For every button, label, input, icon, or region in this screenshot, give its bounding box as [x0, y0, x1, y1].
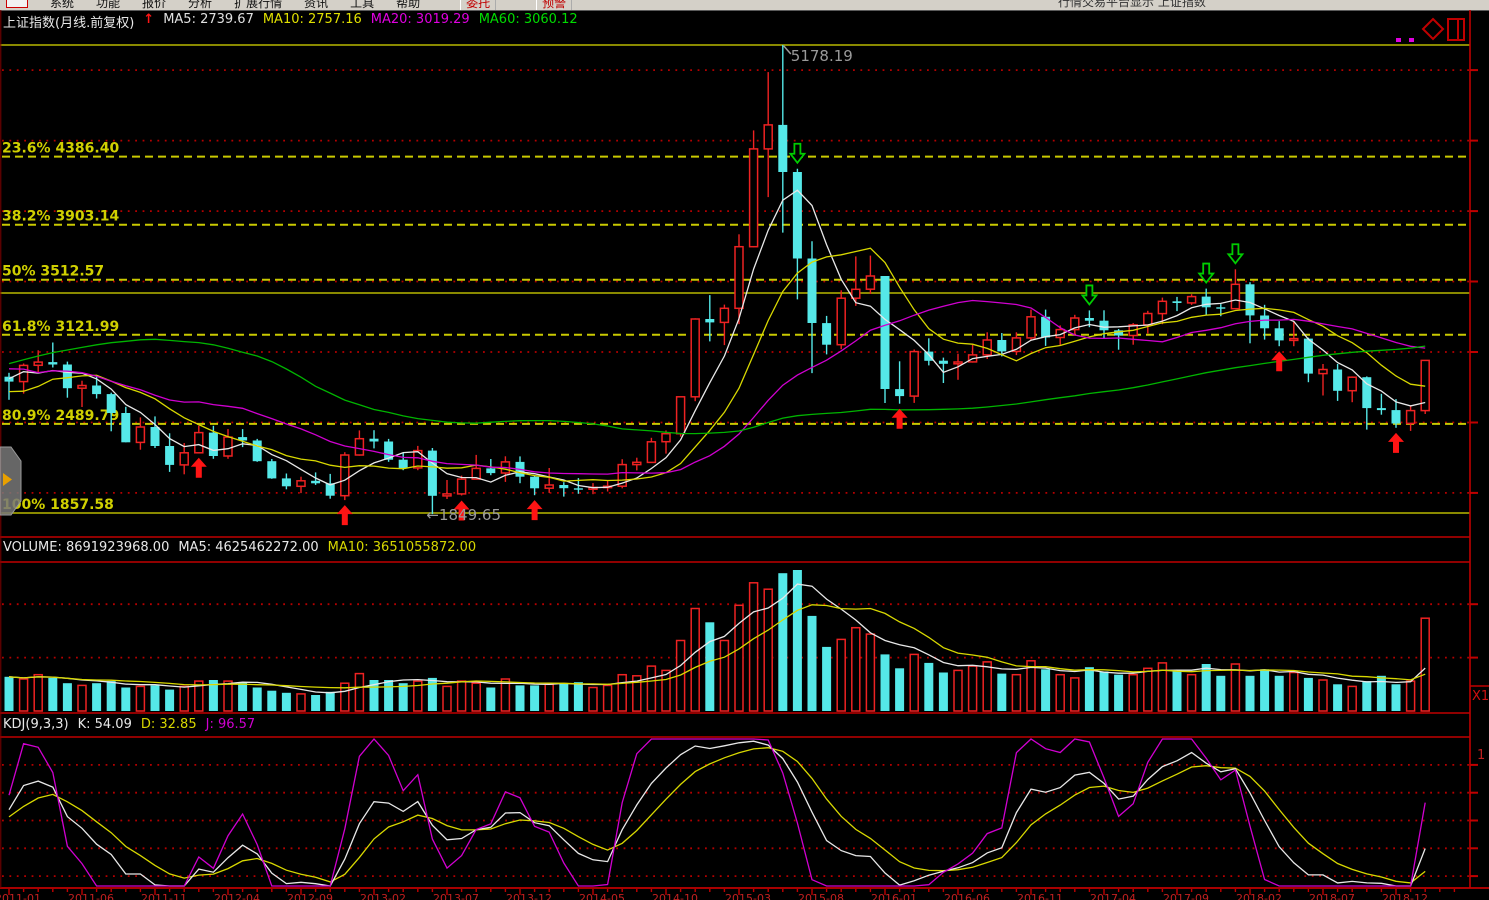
- sell-signal-arrow: [1228, 244, 1242, 263]
- chart-title: 上证指数(月线.前复权): [3, 12, 134, 31]
- volume-value: VOLUME: 8691923968.00: [3, 540, 169, 555]
- svg-text:2013-12: 2013-12: [506, 892, 552, 900]
- svg-text:2014-05: 2014-05: [579, 892, 625, 900]
- kdj-j-value: J: 96.57: [206, 717, 256, 732]
- kdj-panel-header: KDJ(9,3,3) K: 54.09 D: 32.85 J: 96.57: [3, 717, 255, 732]
- svg-text:2018-02: 2018-02: [1236, 892, 1282, 900]
- svg-text:2014-10: 2014-10: [652, 892, 698, 900]
- svg-text:2016-06: 2016-06: [944, 892, 990, 900]
- svg-text:2017-04: 2017-04: [1090, 892, 1136, 900]
- kdj-d-value: D: 32.85: [141, 717, 197, 732]
- main-chart-header: 上证指数(月线.前复权) ↑ MA5: 2739.67 MA10: 2757.1…: [3, 12, 578, 31]
- up-arrow-icon: ↑: [143, 12, 154, 31]
- buy-signal-arrow: [892, 409, 908, 429]
- volume-scale-label: X1: [1472, 689, 1489, 704]
- buy-signal-arrow: [191, 458, 207, 478]
- svg-text:2015-03: 2015-03: [725, 892, 771, 900]
- volume-ma5-value: MA5: 4625462272.00: [178, 540, 318, 555]
- trading-terminal: 系统 功能 报价 分析 扩展行情 资讯 工具 帮助 委托 预警 行情交易平台显示…: [0, 0, 1489, 900]
- svg-text:2016-01: 2016-01: [871, 892, 917, 900]
- svg-text:2011-11: 2011-11: [141, 892, 187, 900]
- fib-level-label: 38.2% 3903.14: [2, 209, 119, 225]
- buy-signal-arrow: [1388, 433, 1404, 453]
- kdj-title: KDJ(9,3,3): [3, 717, 69, 732]
- ma10-value: MA10: 2757.16: [263, 12, 362, 31]
- fib-level-label: 50% 3512.57: [2, 264, 104, 280]
- svg-text:2013-07: 2013-07: [433, 892, 479, 900]
- svg-text:2017-09: 2017-09: [1163, 892, 1209, 900]
- ma5-value: MA5: 2739.67: [163, 12, 254, 31]
- svg-text:2012-04: 2012-04: [214, 892, 260, 900]
- chart-canvas[interactable]: 23.6% 4386.40 38.2% 3903.14 50% 3512.57 61.…: [0, 0, 1489, 900]
- svg-text:2016-11: 2016-11: [1017, 892, 1063, 900]
- volume-panel: [2, 570, 1478, 711]
- diamond-icon[interactable]: [1423, 19, 1443, 39]
- kdj-k-value: K: 54.09: [78, 717, 132, 732]
- window-icon[interactable]: [1448, 19, 1464, 40]
- ma-lines: [9, 190, 1425, 488]
- volume-panel-header: VOLUME: 8691923968.00 MA5: 4625462272.00…: [3, 540, 476, 555]
- svg-text:2018-12: 2018-12: [1382, 892, 1428, 900]
- ma20-value: MA20: 3019.29: [371, 12, 470, 31]
- sell-signal-arrow: [1082, 285, 1096, 304]
- svg-text:2013-02: 2013-02: [360, 892, 406, 900]
- buy-signal-arrow: [337, 505, 353, 525]
- svg-text:←1849.65: ←1849.65: [426, 506, 501, 524]
- fib-level-label: 23.6% 4386.40: [2, 141, 119, 157]
- buy-signal-arrow: [527, 500, 543, 520]
- kdj-scale-partial-label: 1: [1477, 748, 1485, 763]
- svg-text:2011-01: 2011-01: [0, 892, 41, 900]
- svg-text:2012-09: 2012-09: [287, 892, 333, 900]
- fib-level-label: 61.8% 3121.99: [2, 319, 119, 335]
- svg-text:2015-08: 2015-08: [798, 892, 844, 900]
- ma60-value: MA60: 3060.12: [479, 12, 578, 31]
- kdj-panel: [2, 739, 1478, 886]
- svg-text:2011-06: 2011-06: [68, 892, 114, 900]
- volume-ma10-value: MA10: 3651055872.00: [328, 540, 477, 555]
- svg-text:2018-07: 2018-07: [1309, 892, 1355, 900]
- svg-text:5178.19: 5178.19: [791, 47, 853, 65]
- sell-signal-arrow: [790, 144, 804, 163]
- fib-level-label: 80.9% 2489.79: [2, 408, 119, 424]
